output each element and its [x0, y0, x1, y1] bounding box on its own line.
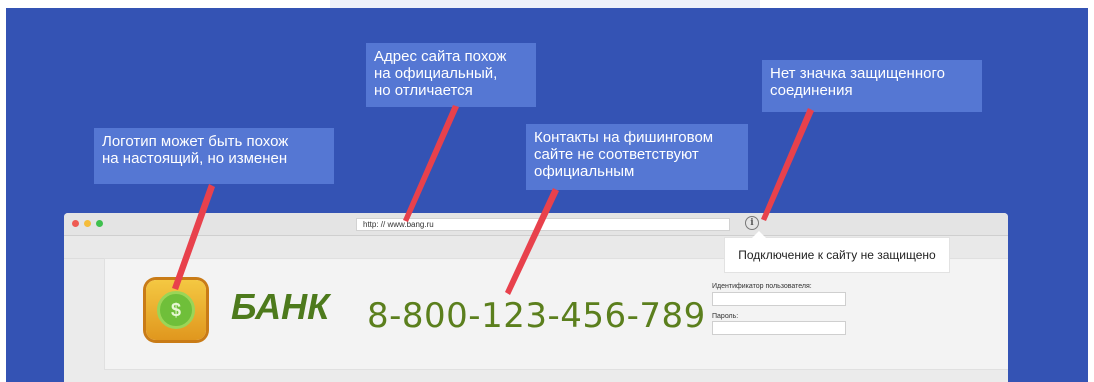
- callout-address-line: на официальный,: [374, 65, 498, 82]
- address-bar[interactable]: http: // www.bang.ru: [356, 218, 730, 231]
- callout-contacts-line: Контакты на фишинговом: [534, 129, 714, 146]
- callout-logo-line: Логотип может быть похож: [102, 133, 289, 150]
- callout-address-line: но отличается: [374, 82, 473, 99]
- arrow-address: [403, 105, 459, 222]
- callout-contacts: Контакты на фишинговом сайте не соответс…: [526, 124, 748, 190]
- infographic-stage: Адрес сайта похож на официальный, но отл…: [6, 8, 1088, 382]
- browser-window: http: // www.bang.ru i $ БАНК 8-800-123-…: [64, 213, 1008, 382]
- callout-secure-line: соединения: [770, 82, 853, 99]
- callout-address: Адрес сайта похож на официальный, но отл…: [366, 43, 536, 107]
- callout-contacts-line: официальным: [534, 163, 635, 180]
- info-icon[interactable]: i: [745, 216, 759, 230]
- callout-contacts-line: сайте не соответствуют: [534, 146, 699, 163]
- minimize-window-button[interactable]: [84, 220, 91, 227]
- bank-logo[interactable]: $: [146, 280, 206, 340]
- coin-icon: $: [157, 291, 195, 329]
- website-page: $ БАНК 8-800-123-456-789 Идентификатор п…: [104, 258, 1008, 370]
- callout-secure: Нет значка защищенного соединения: [762, 60, 982, 112]
- user-id-label: Идентификатор пользователя:: [712, 283, 812, 290]
- callout-secure-line: Нет значка защищенного: [770, 65, 945, 82]
- close-window-button[interactable]: [72, 220, 79, 227]
- phone-number: 8-800-123-456-789: [367, 296, 706, 336]
- callout-logo-line: на настоящий, но изменен: [102, 150, 288, 167]
- top-tab: [330, 0, 760, 8]
- password-input[interactable]: [712, 321, 846, 335]
- security-popup: Подключение к сайту не защищено: [724, 231, 950, 273]
- callout-logo: Логотип может быть похож на настоящий, н…: [94, 128, 334, 184]
- callout-address-line: Адрес сайта похож: [374, 48, 507, 65]
- arrow-secure: [761, 108, 814, 221]
- maximize-window-button[interactable]: [96, 220, 103, 227]
- browser-titlebar: http: // www.bang.ru i: [64, 213, 1008, 236]
- user-id-input[interactable]: [712, 292, 846, 306]
- password-label: Пароль:: [712, 313, 739, 320]
- bank-name: БАНК: [231, 286, 330, 327]
